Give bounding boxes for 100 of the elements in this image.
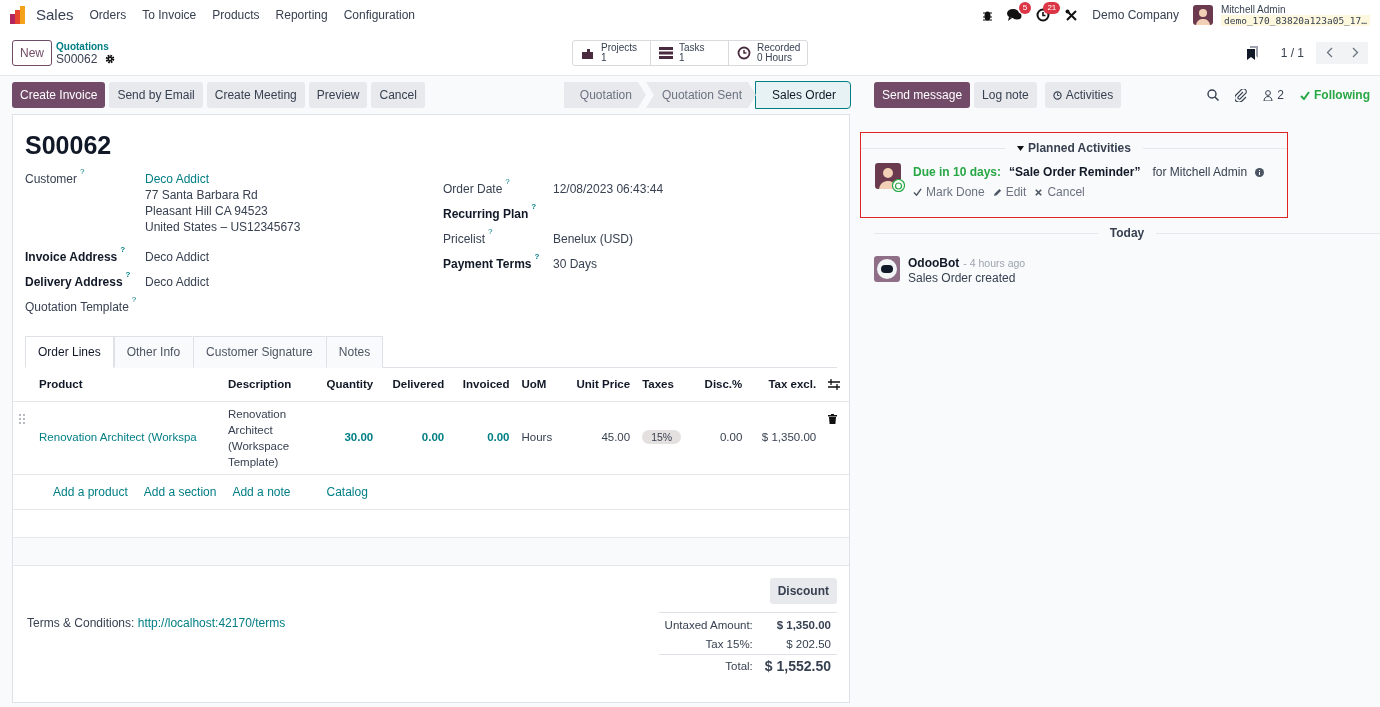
bug-icon[interactable] bbox=[982, 9, 994, 21]
section-toggle[interactable]: Planned Activities bbox=[1017, 139, 1131, 157]
clock-icon bbox=[1052, 90, 1062, 100]
search-icon[interactable] bbox=[1207, 89, 1220, 101]
menu-item[interactable]: Reporting bbox=[275, 6, 328, 24]
terms-link[interactable]: http://localhost:42170/terms bbox=[137, 615, 286, 630]
tax-tag: 15% bbox=[642, 430, 682, 445]
field-value: 12/08/2023 06:43:44 bbox=[553, 180, 665, 197]
status-stage[interactable]: Quotation bbox=[563, 82, 646, 108]
status-stage[interactable]: Quotation Sent bbox=[645, 82, 756, 108]
chatter-button[interactable]: Send message bbox=[874, 82, 971, 108]
new-button[interactable]: New bbox=[12, 39, 52, 66]
date-separator: Today bbox=[1109, 225, 1145, 242]
chatter-button[interactable]: Log note bbox=[974, 82, 1037, 108]
table-cell: 0.00 bbox=[450, 401, 516, 474]
check-icon bbox=[1300, 90, 1310, 100]
tools-icon[interactable] bbox=[1065, 8, 1079, 22]
table-cell: Renovation Architect (Workspa bbox=[33, 401, 222, 474]
chat-icon[interactable] bbox=[1007, 8, 1023, 22]
tab[interactable]: Order Lines bbox=[25, 335, 114, 368]
help-mark[interactable]: ? bbox=[488, 226, 493, 236]
help-mark[interactable]: ? bbox=[505, 176, 510, 186]
tab[interactable]: Notes bbox=[325, 335, 384, 368]
column-header[interactable]: Product bbox=[33, 367, 222, 402]
trash-icon[interactable] bbox=[828, 413, 838, 424]
activity-summary: “Sale Order Reminder” bbox=[1009, 164, 1141, 181]
menu-item[interactable]: To Invoice bbox=[142, 6, 197, 24]
add-line-link[interactable]: Catalog bbox=[326, 482, 368, 501]
tab[interactable]: Other Info bbox=[113, 335, 194, 368]
action-button[interactable]: Preview bbox=[308, 82, 368, 108]
column-header[interactable]: Delivered bbox=[379, 367, 451, 402]
action-button[interactable]: Create Invoice bbox=[12, 82, 106, 108]
action-button[interactable]: Cancel bbox=[371, 82, 425, 108]
total-label: Untaxed Amount: bbox=[658, 612, 759, 635]
terms-label: Terms & Conditions: bbox=[27, 615, 135, 630]
column-settings-icon[interactable] bbox=[828, 378, 841, 390]
total-value: $ 202.50 bbox=[758, 635, 837, 655]
record-title: S00062 bbox=[24, 130, 113, 161]
table-cell: $ 1,350.00 bbox=[748, 401, 823, 474]
add-line-link[interactable]: Add a product bbox=[53, 482, 128, 501]
gear-icon[interactable] bbox=[105, 53, 116, 64]
info-icon[interactable] bbox=[1255, 167, 1265, 177]
status-stage[interactable]: Sales Order bbox=[755, 82, 850, 108]
field-value: Benelux (USD) bbox=[553, 230, 635, 247]
help-mark[interactable]: ? bbox=[531, 201, 537, 211]
field-link[interactable]: Deco Addict bbox=[145, 170, 419, 187]
help-mark[interactable]: ? bbox=[125, 269, 131, 279]
add-line-link[interactable]: Add a section bbox=[143, 482, 217, 501]
menu-item[interactable]: Products bbox=[212, 6, 260, 24]
address-line: 77 Santa Barbara Rd bbox=[145, 186, 259, 203]
column-header[interactable]: Unit Price bbox=[563, 367, 637, 402]
field-value: Deco Addict bbox=[145, 273, 211, 290]
app-name[interactable]: Sales bbox=[36, 3, 74, 27]
menu-item[interactable]: Orders bbox=[89, 6, 127, 24]
bookmark-icon[interactable] bbox=[1246, 45, 1259, 60]
column-header[interactable]: Invoiced bbox=[450, 367, 516, 402]
activity-assignee: for Mitchell Admin bbox=[1152, 164, 1248, 181]
add-line-link[interactable]: Add a note bbox=[232, 482, 291, 501]
action-button[interactable]: Send by Email bbox=[109, 82, 203, 108]
discount-button[interactable]: Discount bbox=[769, 577, 837, 604]
smart-button[interactable]: Tasks 1 bbox=[651, 40, 729, 65]
table-cell: 0.00 bbox=[379, 401, 451, 474]
help-mark[interactable]: ? bbox=[120, 244, 126, 254]
activity-action-link[interactable]: Cancel bbox=[1034, 183, 1085, 201]
column-header[interactable]: Taxes bbox=[636, 367, 693, 402]
table-cell: 45.00 bbox=[563, 401, 637, 474]
chevron-left-icon bbox=[1325, 47, 1333, 58]
column-header[interactable]: Disc.% bbox=[692, 367, 749, 402]
company-name[interactable]: Demo Company bbox=[1092, 6, 1179, 24]
column-header[interactable]: Description bbox=[221, 367, 314, 402]
help-mark[interactable]: ? bbox=[131, 294, 137, 304]
activity-action-link[interactable]: Edit bbox=[992, 183, 1027, 201]
smart-button[interactable]: Projects 1 bbox=[573, 40, 651, 65]
help-mark[interactable]: ? bbox=[80, 166, 85, 176]
stack-icon bbox=[659, 45, 673, 60]
field-label: Payment Terms bbox=[443, 256, 532, 271]
tab[interactable]: Customer Signature bbox=[193, 335, 326, 368]
help-mark[interactable]: ? bbox=[534, 251, 540, 261]
total-label: Total: bbox=[658, 654, 759, 679]
followers-button[interactable]: 2 bbox=[1263, 86, 1284, 104]
user-avatar[interactable] bbox=[1193, 5, 1213, 25]
action-button[interactable]: Create Meeting bbox=[206, 82, 305, 108]
address-line: Pleasant Hill CA 94523 bbox=[145, 202, 269, 219]
column-header[interactable]: UoM bbox=[515, 367, 564, 402]
bot-avatar bbox=[874, 256, 900, 282]
menu-item[interactable]: Configuration bbox=[343, 6, 416, 24]
activity-status-icon bbox=[892, 179, 905, 192]
column-header[interactable]: Tax excl. bbox=[748, 367, 823, 402]
total-value: $ 1,350.00 bbox=[758, 612, 837, 635]
chatter-button[interactable]: Activities bbox=[1044, 82, 1122, 108]
pager-value[interactable]: 1 / 1 bbox=[1280, 43, 1304, 62]
field-value: Deco Addict bbox=[145, 248, 211, 265]
drag-handle-icon[interactable] bbox=[19, 413, 25, 424]
clock-icon[interactable] bbox=[1036, 8, 1052, 22]
activity-action-link[interactable]: Mark Done bbox=[913, 183, 985, 201]
paperclip-icon[interactable] bbox=[1235, 88, 1248, 102]
smart-button[interactable]: Recorded 0 Hours bbox=[729, 40, 807, 65]
column-header[interactable]: Quantity bbox=[313, 367, 380, 402]
field-label: Invoice Address bbox=[25, 249, 118, 264]
breadcrumb-link[interactable]: Quotations bbox=[56, 40, 116, 53]
